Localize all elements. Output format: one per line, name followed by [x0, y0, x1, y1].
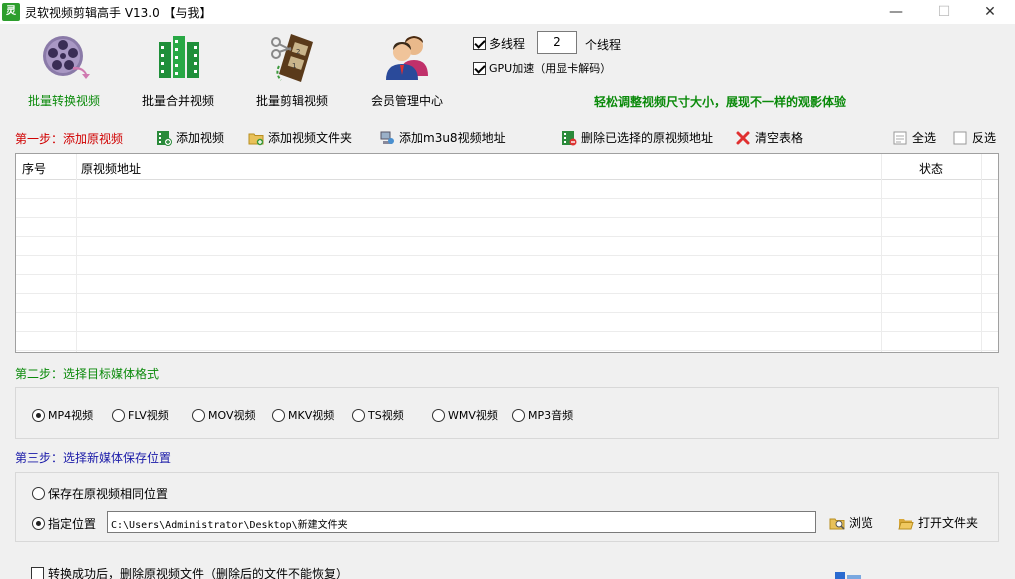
- step3-title: 第三步：选择新媒体保存位置: [15, 451, 172, 465]
- select-all-label: 全选: [912, 131, 937, 145]
- same-location-radio[interactable]: [32, 487, 45, 500]
- batch-merge-label: 批量合并视频: [141, 94, 214, 108]
- format-radio-ts[interactable]: [352, 408, 365, 422]
- film-reel-icon: [43, 36, 90, 79]
- format-option-mp4[interactable]: MP4视频: [32, 407, 93, 423]
- open-folder-label: 打开文件夹: [918, 516, 979, 530]
- folder-add-icon: [248, 133, 264, 145]
- custom-location-radio[interactable]: [32, 517, 45, 530]
- member-center-label: 会员管理中心: [370, 94, 443, 108]
- format-option-ts[interactable]: TS视频: [352, 407, 404, 423]
- open-folder-button[interactable]: 打开文件夹: [898, 514, 978, 531]
- add-folder-button[interactable]: 添加视频文件夹: [248, 129, 352, 146]
- invert-select-button[interactable]: 反选: [952, 129, 996, 146]
- multithread-label: 多线程: [489, 37, 526, 51]
- format-label-mp4: MP4视频: [48, 409, 94, 422]
- browse-button[interactable]: 浏览: [829, 514, 873, 531]
- format-radio-mov[interactable]: [192, 408, 205, 422]
- delete-selected-button[interactable]: 删除已选择的原视频地址: [561, 129, 713, 146]
- format-radio-flv[interactable]: [112, 408, 125, 422]
- window-title: 灵软视频剪辑高手 V13.0 【与我】: [25, 6, 212, 20]
- format-label-wmv: WMV视频: [448, 409, 498, 422]
- batch-convert-label: 批量转换视频: [27, 94, 100, 108]
- save-path-input[interactable]: C:\Users\Administrator\Desktop\新建文件夹: [107, 511, 816, 533]
- select-all-button[interactable]: 全选: [892, 129, 936, 146]
- svg-text:1: 1: [292, 62, 296, 70]
- minimize-button[interactable]: —: [873, 0, 919, 24]
- select-all-icon: [893, 131, 907, 144]
- format-option-flv[interactable]: FLV视频: [112, 407, 169, 423]
- custom-location-label: 指定位置: [48, 517, 97, 531]
- format-label-flv: FLV视频: [128, 409, 169, 422]
- add-folder-label: 添加视频文件夹: [268, 131, 353, 145]
- format-radio-wmv[interactable]: [432, 408, 445, 422]
- delete-after-option[interactable]: 转换成功后，删除原视频文件（删除后的文件不能恢复）: [31, 565, 348, 579]
- format-radio-mp3[interactable]: [512, 408, 525, 422]
- delete-after-checkbox[interactable]: [31, 567, 44, 579]
- batch-cut-label: 批量剪辑视频: [255, 94, 328, 108]
- folder-open-icon: [898, 518, 914, 529]
- add-m3u8-button[interactable]: 添加m3u8视频地址: [379, 129, 506, 146]
- format-option-wmv[interactable]: WMV视频: [432, 407, 498, 423]
- delete-selected-label: 删除已选择的原视频地址: [581, 131, 714, 145]
- close-button[interactable]: ✕: [967, 0, 1013, 24]
- multithread-option[interactable]: 多线程: [473, 35, 525, 52]
- app-logo-icon: 灵: [2, 3, 20, 21]
- add-video-label: 添加视频: [176, 131, 225, 145]
- table-header: 序号 原视频地址 状态: [16, 154, 998, 180]
- clear-table-button[interactable]: 清空表格: [735, 129, 803, 146]
- add-video-button[interactable]: 添加视频: [156, 129, 224, 146]
- format-radio-mp4[interactable]: [32, 408, 45, 422]
- network-icon: [380, 131, 394, 144]
- users-icon: [386, 36, 428, 80]
- format-radio-mkv[interactable]: [272, 408, 285, 422]
- clear-table-label: 清空表格: [755, 131, 804, 145]
- format-label-mkv: MKV视频: [288, 409, 335, 422]
- batch-merge-button[interactable]: 批量合并视频: [123, 30, 233, 110]
- format-label-mp3: MP3音频: [528, 409, 574, 422]
- custom-location-option[interactable]: 指定位置: [32, 515, 96, 532]
- svg-text:2: 2: [296, 48, 300, 56]
- delete-after-label: 转换成功后，删除原视频文件（删除后的文件不能恢复）: [48, 567, 349, 579]
- format-option-mov[interactable]: MOV视频: [192, 407, 255, 423]
- column-header-source[interactable]: 原视频地址: [81, 160, 141, 177]
- red-x-icon: [736, 131, 750, 144]
- format-label-ts: TS视频: [368, 409, 404, 422]
- format-option-mp3[interactable]: MP3音频: [512, 407, 573, 423]
- delete-video-icon: [562, 130, 577, 145]
- batch-convert-button[interactable]: 批量转换视频: [9, 30, 119, 110]
- film-strip-icon: [159, 36, 199, 78]
- same-location-label: 保存在原视频相同位置: [48, 487, 169, 501]
- gpu-label: GPU加速（用显卡解码）: [489, 62, 612, 75]
- add-video-icon: [157, 130, 172, 146]
- folder-search-icon: [829, 518, 845, 530]
- step1-title: 第一步：添加原视频: [15, 132, 124, 146]
- column-header-index[interactable]: 序号: [22, 160, 46, 177]
- format-option-mkv[interactable]: MKV视频: [272, 407, 334, 423]
- scissors-film-icon: 2 1: [271, 34, 313, 82]
- member-center-button[interactable]: 会员管理中心: [352, 30, 462, 110]
- maximize-button[interactable]: ☐: [921, 0, 967, 24]
- format-label-mov: MOV视频: [208, 409, 256, 422]
- title-bar: 灵 灵软视频剪辑高手 V13.0 【与我】 — ☐ ✕: [0, 0, 1015, 24]
- browse-label: 浏览: [849, 516, 874, 530]
- gpu-checkbox[interactable]: [473, 61, 486, 75]
- start-button-icon[interactable]: [833, 570, 863, 579]
- thread-count-input[interactable]: 2: [537, 31, 577, 54]
- same-location-option[interactable]: 保存在原视频相同位置: [32, 485, 168, 502]
- multithread-checkbox[interactable]: [473, 37, 486, 50]
- add-m3u8-label: 添加m3u8视频地址: [399, 131, 506, 145]
- column-header-status[interactable]: 状态: [919, 160, 943, 177]
- invert-select-label: 反选: [972, 131, 997, 145]
- step2-title: 第二步：选择目标媒体格式: [15, 367, 160, 381]
- gpu-option[interactable]: GPU加速（用显卡解码）: [473, 60, 611, 76]
- thread-unit-label: 个线程: [585, 38, 622, 52]
- batch-cut-button[interactable]: 2 1 批量剪辑视频: [237, 30, 347, 110]
- slogan-text: 轻松调整视频尺寸大小，展现不一样的观影体验: [594, 95, 847, 109]
- invert-select-icon: [953, 131, 967, 144]
- video-list-table[interactable]: 序号 原视频地址 状态: [15, 153, 999, 353]
